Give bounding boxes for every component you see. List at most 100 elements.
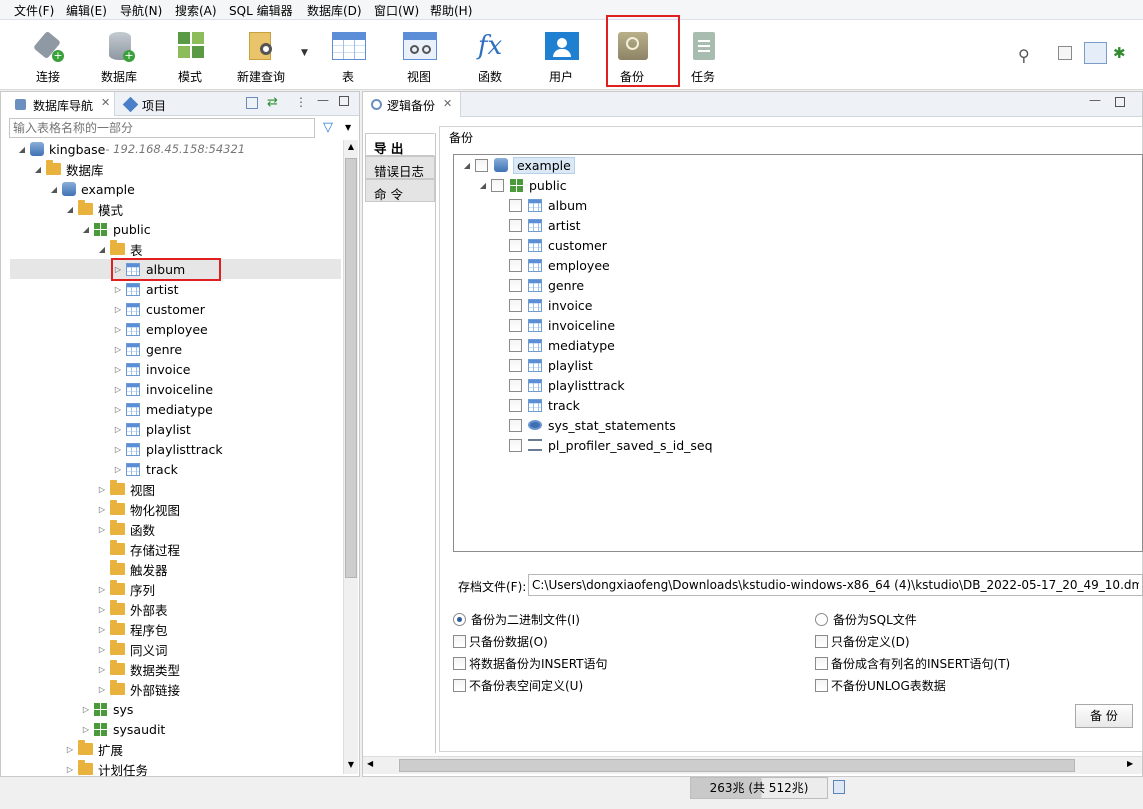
backup-tree-item[interactable]: sys_stat_statements <box>509 415 676 435</box>
close-icon[interactable]: ✕ <box>101 96 110 109</box>
opt-data-only[interactable]: 只备份数据(O) <box>453 633 548 650</box>
checkbox[interactable] <box>509 378 522 392</box>
menu-help[interactable]: 帮助(H) <box>430 2 472 19</box>
tree-node-folder[interactable]: ▷ 函数 <box>97 519 155 539</box>
table-filter-input[interactable] <box>9 118 315 138</box>
backup-tree-item[interactable]: invoiceline <box>509 315 615 335</box>
tree-node-db-example[interactable]: ◢ example <box>49 179 135 199</box>
tab-error-log[interactable]: 错误日志 <box>365 156 435 179</box>
backup-tree-item[interactable]: customer <box>509 235 607 255</box>
debug-icon[interactable]: ✱ <box>1113 44 1126 62</box>
checkbox[interactable] <box>509 398 522 412</box>
tree-node-extensions[interactable]: ▷ 扩展 <box>65 739 123 759</box>
tree-node-folder[interactable]: ▷ 数据类型 <box>97 659 180 679</box>
checkbox[interactable] <box>509 438 522 452</box>
tree-node-table[interactable]: ▷ track <box>113 459 178 479</box>
radio-button[interactable] <box>453 613 466 626</box>
view-button[interactable]: 视图 <box>387 28 451 85</box>
table-button[interactable]: 表 <box>316 28 380 85</box>
checkbox[interactable] <box>509 278 522 292</box>
tree-node-databases[interactable]: ◢ 数据库 <box>33 159 104 179</box>
tree-node-table[interactable]: ▷ artist <box>113 279 179 299</box>
checkbox[interactable] <box>491 178 504 192</box>
tree-node-folder[interactable]: 触发器 <box>97 559 168 579</box>
connect-button[interactable]: + 连接 <box>16 28 80 85</box>
scroll-thumb[interactable] <box>345 158 357 578</box>
tree-node-table[interactable]: ▷ playlist <box>113 419 191 439</box>
function-button[interactable]: fx 函数 <box>458 28 522 85</box>
tree-node-jobs[interactable]: ▷ 计划任务 <box>65 759 148 779</box>
tree-node-table[interactable]: ▷ playlisttrack <box>113 439 223 459</box>
schema-button[interactable]: 模式 <box>158 28 222 85</box>
backup-tree-item[interactable]: mediatype <box>509 335 615 355</box>
scroll-down-icon[interactable]: ▼ <box>344 758 358 772</box>
tree-node-schema-public[interactable]: ◢ public <box>81 219 151 239</box>
collapse-arrow-icon[interactable]: ◢ <box>65 205 75 214</box>
database-button[interactable]: + 数据库 <box>87 28 151 85</box>
filter-dropdown-icon[interactable]: ▼ <box>345 123 351 132</box>
expand-arrow-icon[interactable]: ▷ <box>97 625 107 634</box>
backup-tree-item[interactable]: track <box>509 395 580 415</box>
expand-arrow-icon[interactable]: ▷ <box>113 265 123 274</box>
tree-node-table[interactable]: ▷ employee <box>113 319 208 339</box>
scroll-thumb[interactable] <box>399 759 1075 772</box>
expand-arrow-icon[interactable]: ▷ <box>97 525 107 534</box>
opt-no-unlog[interactable]: 不备份UNLOG表数据 <box>815 677 946 694</box>
checkbox[interactable] <box>453 657 466 670</box>
tree-node-schema[interactable]: ▷ sys <box>81 699 134 719</box>
checkbox[interactable] <box>509 198 522 212</box>
backup-tree-schema[interactable]: ◢ public <box>478 175 567 195</box>
tree-node-folder[interactable]: ▷ 外部链接 <box>97 679 180 699</box>
expand-arrow-icon[interactable]: ▷ <box>113 425 123 434</box>
expand-arrow-icon[interactable]: ▷ <box>113 365 123 374</box>
checkbox[interactable] <box>475 158 488 172</box>
expand-arrow-icon[interactable]: ▷ <box>113 305 123 314</box>
minimize-icon[interactable]: — <box>1089 93 1101 107</box>
tree-node-folder[interactable]: ▷ 同义词 <box>97 639 168 659</box>
checkbox[interactable] <box>509 218 522 232</box>
expand-arrow-icon[interactable]: ▷ <box>113 465 123 474</box>
expand-arrow-icon[interactable]: ▷ <box>97 485 107 494</box>
checkbox[interactable] <box>815 635 828 648</box>
collapse-arrow-icon[interactable]: ◢ <box>81 225 91 234</box>
tree-node-schema[interactable]: ▷ sysaudit <box>81 719 165 739</box>
collapse-arrow-icon[interactable]: ◢ <box>97 245 107 254</box>
backup-tree-item[interactable]: playlist <box>509 355 593 375</box>
opt-insert-with-columns[interactable]: 备份成含有列名的INSERT语句(T) <box>815 655 1010 672</box>
checkbox[interactable] <box>453 679 466 692</box>
close-icon[interactable]: ✕ <box>443 97 452 110</box>
expand-arrow-icon[interactable]: ▷ <box>113 285 123 294</box>
search-icon[interactable]: ⚲ <box>1018 46 1030 65</box>
tab-logical-backup[interactable]: 逻辑备份 ✕ <box>363 92 461 117</box>
checkbox[interactable] <box>509 418 522 432</box>
expand-arrow-icon[interactable]: ▷ <box>97 585 107 594</box>
menu-sql-editor[interactable]: SQL 编辑器 <box>229 2 293 19</box>
expand-arrow-icon[interactable]: ▷ <box>113 325 123 334</box>
expand-arrow-icon[interactable]: ▷ <box>113 445 123 454</box>
tab-project[interactable]: 项目 <box>122 92 183 116</box>
collapse-all-icon[interactable] <box>246 97 258 109</box>
expand-arrow-icon[interactable]: ▷ <box>97 505 107 514</box>
tree-node-tables[interactable]: ◢ 表 <box>97 239 143 259</box>
task-button[interactable]: 任务 <box>671 28 735 85</box>
tree-node-folder[interactable]: ▷ 程序包 <box>97 619 168 639</box>
backup-tree-item[interactable]: invoice <box>509 295 592 315</box>
collapse-arrow-icon[interactable]: ◢ <box>33 165 43 174</box>
backup-tree-item[interactable]: artist <box>509 215 581 235</box>
scroll-up-icon[interactable]: ▲ <box>344 140 358 154</box>
expand-arrow-icon[interactable]: ▷ <box>97 645 107 654</box>
view-menu-icon[interactable]: ⋮ <box>295 95 307 109</box>
checkbox[interactable] <box>815 657 828 670</box>
tab-command[interactable]: 命 令 <box>365 179 435 202</box>
tree-node-server[interactable]: ◢ kingbase - 192.168.45.158:54321 <box>17 139 245 159</box>
database-perspective-icon[interactable] <box>1084 42 1107 64</box>
menu-edit[interactable]: 编辑(E) <box>66 2 107 19</box>
backup-tree-item[interactable]: playlisttrack <box>509 375 625 395</box>
tree-node-table[interactable]: ▷ invoice <box>113 359 191 379</box>
filter-icon[interactable]: ▽ <box>323 120 333 135</box>
tree-node-folder[interactable]: 存储过程 <box>97 539 180 559</box>
checkbox[interactable] <box>509 238 522 252</box>
tree-node-folder[interactable]: ▷ 外部表 <box>97 599 168 619</box>
tab-database-navigator[interactable]: 数据库导航 ✕ <box>1 92 115 116</box>
scroll-right-icon[interactable]: ▶ <box>1127 759 1133 768</box>
